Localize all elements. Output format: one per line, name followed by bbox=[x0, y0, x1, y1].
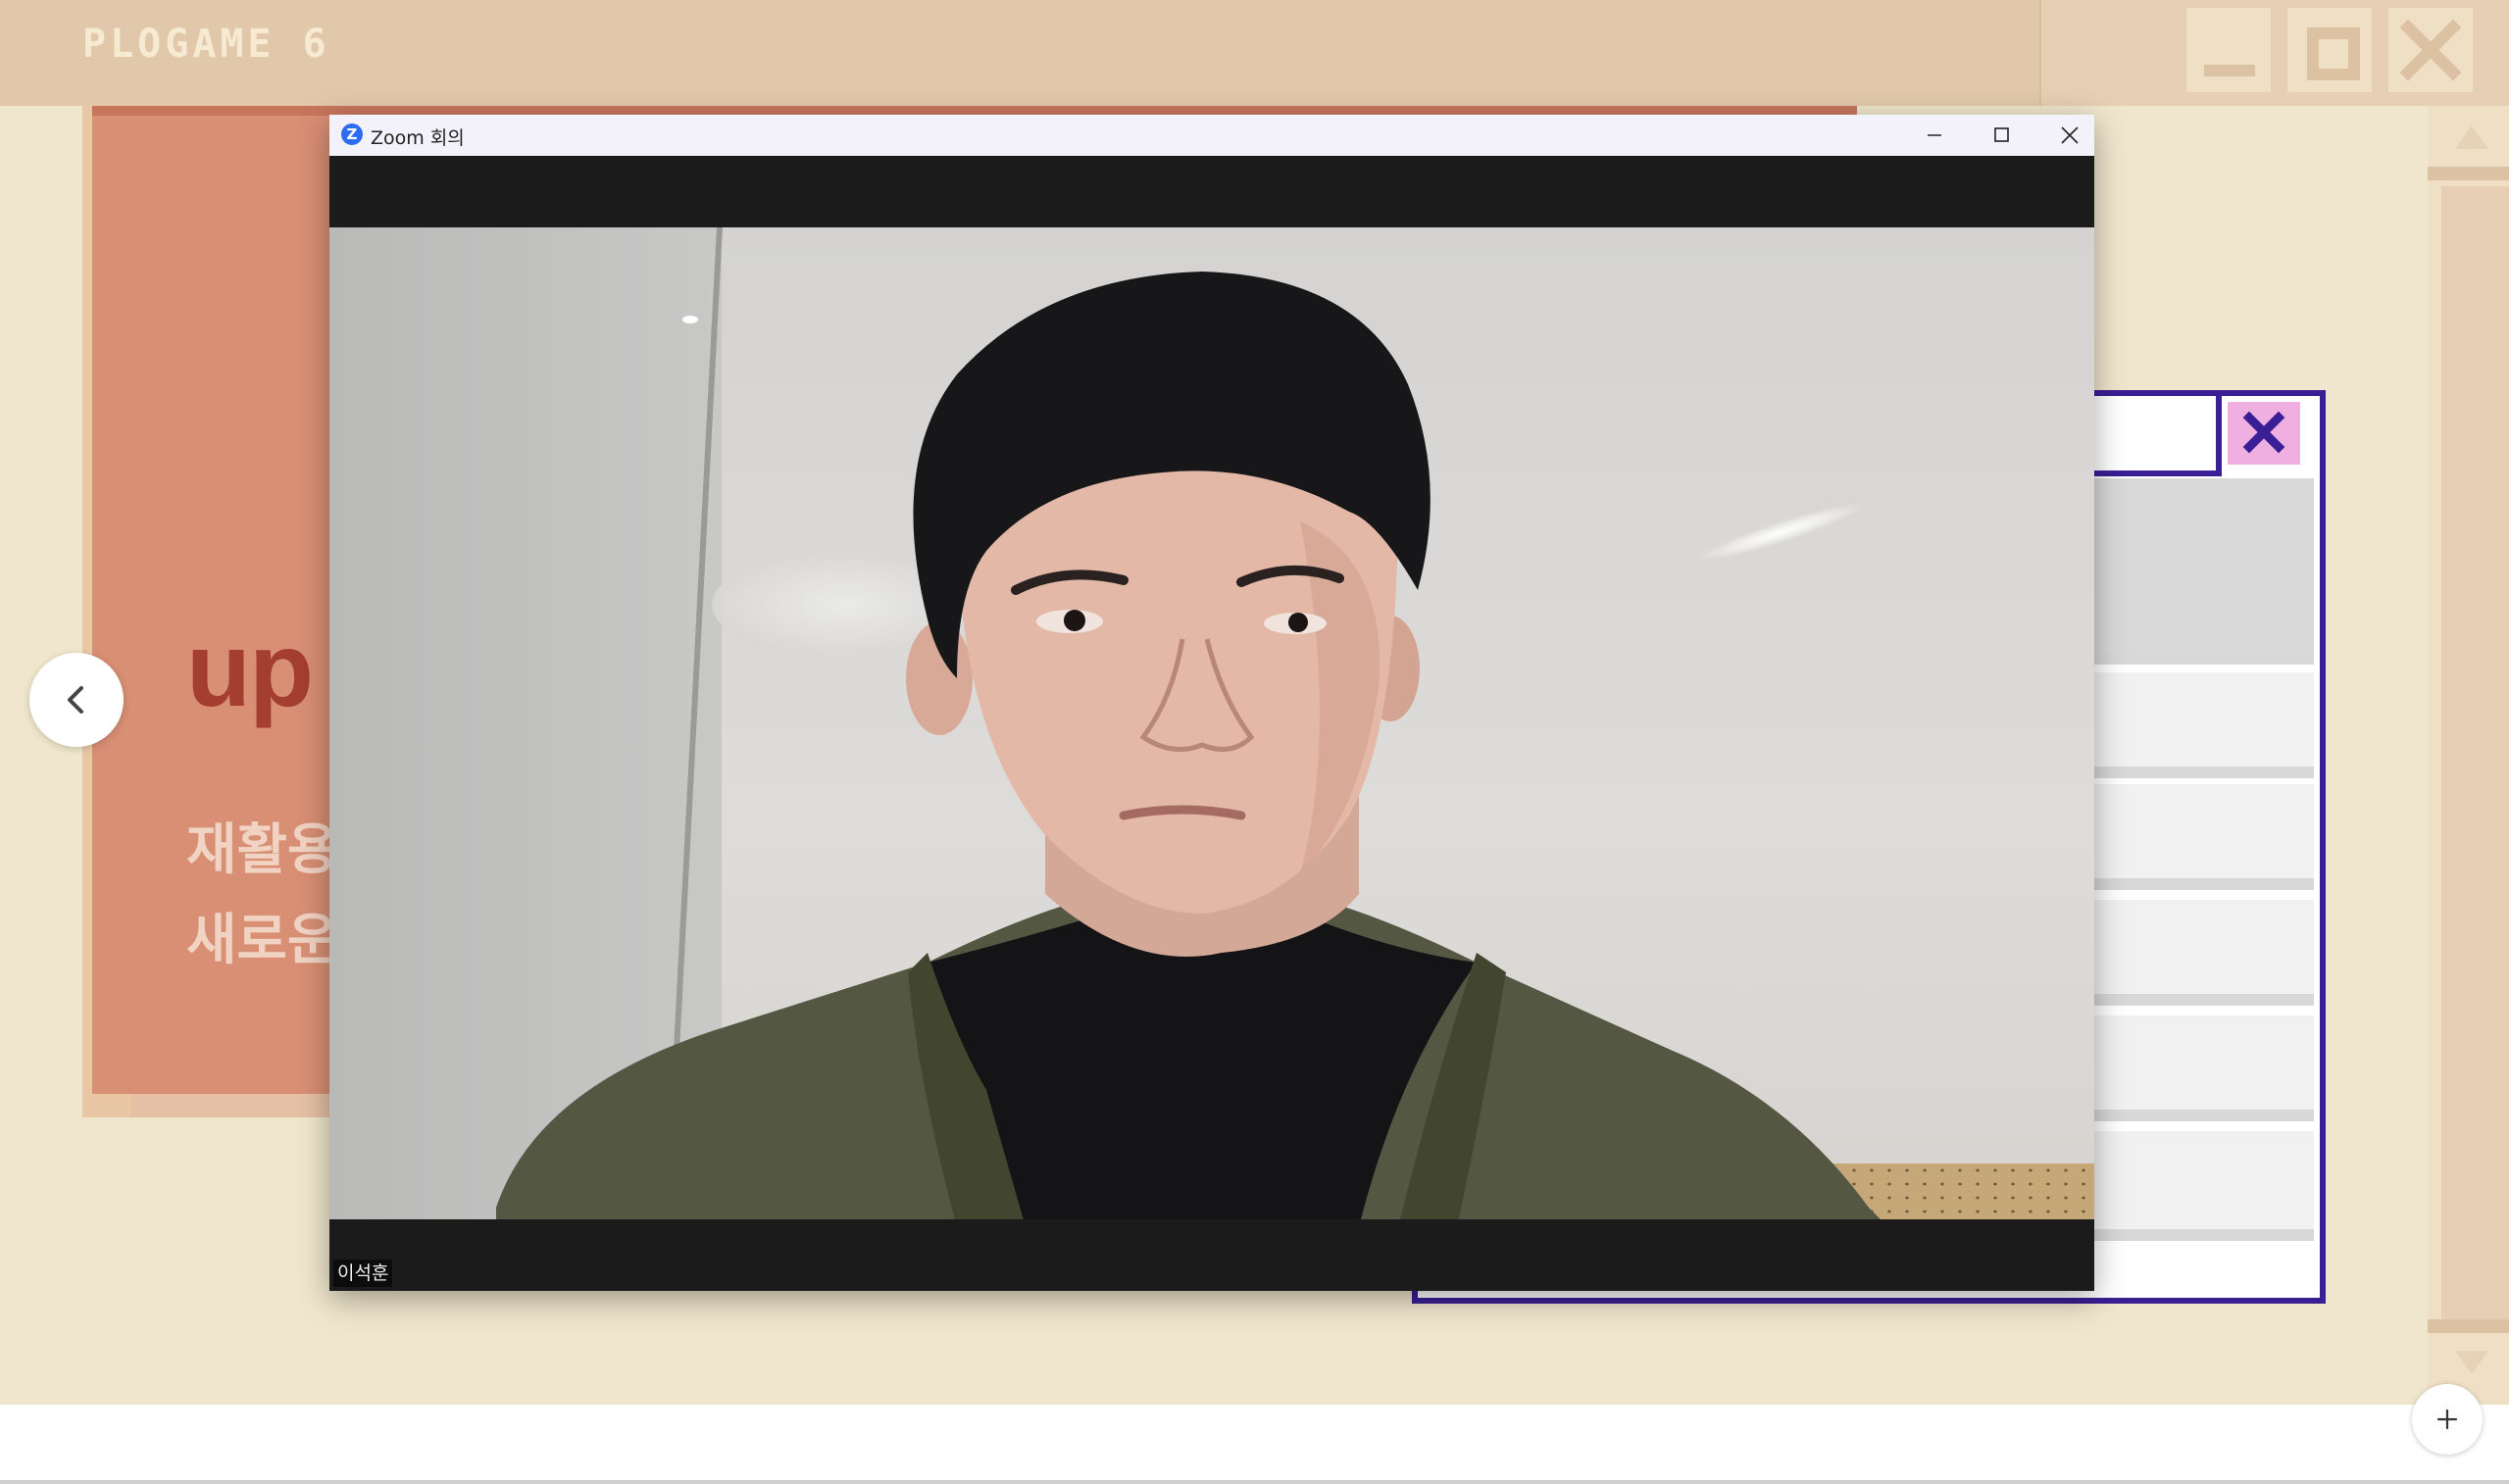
slide-minimize-button[interactable] bbox=[2186, 8, 2271, 92]
slide-maximize-button[interactable] bbox=[2287, 8, 2372, 92]
zoom-titlebar[interactable]: Z Zoom 회의 bbox=[329, 115, 2094, 156]
close-icon bbox=[2399, 19, 2462, 81]
participant-video bbox=[329, 227, 2094, 1219]
zoom-close-button[interactable] bbox=[2037, 115, 2094, 156]
scrollbar-divider bbox=[2428, 167, 2509, 180]
minimize-icon bbox=[2204, 65, 2255, 76]
zoom-minimize-button[interactable] bbox=[1902, 115, 1967, 156]
previous-slide-button[interactable] bbox=[29, 653, 124, 747]
progress-track bbox=[0, 1480, 2509, 1484]
participant-name: 이석훈 bbox=[333, 1260, 393, 1287]
card-text-line: 새로운 bbox=[186, 909, 338, 970]
plus-icon bbox=[2436, 1409, 2458, 1430]
zoom-meeting-window[interactable]: Z Zoom 회의 이석훈 bbox=[329, 115, 2094, 1291]
close-icon bbox=[2242, 411, 2285, 454]
zoom-window-title: Zoom 회의 bbox=[371, 127, 465, 149]
close-icon bbox=[2061, 126, 2079, 144]
add-button[interactable] bbox=[2412, 1384, 2483, 1455]
slide-scrollbar-track[interactable] bbox=[2441, 186, 2509, 1333]
scrollbar-divider bbox=[2428, 1319, 2509, 1333]
minimize-icon bbox=[1928, 134, 1941, 136]
maximize-icon bbox=[1994, 127, 2009, 142]
card-text-line: 재활용 bbox=[186, 818, 338, 880]
chevron-left-icon bbox=[68, 686, 83, 714]
slide-close-button[interactable] bbox=[2388, 8, 2473, 92]
dialog-close-button[interactable] bbox=[2228, 402, 2300, 465]
scroll-up-icon[interactable] bbox=[2447, 118, 2496, 157]
card-heading: up bbox=[186, 610, 314, 728]
zoom-logo-icon: Z bbox=[341, 124, 363, 145]
maximize-icon bbox=[2307, 27, 2360, 80]
scroll-down-icon[interactable] bbox=[2447, 1343, 2496, 1382]
bottom-bar bbox=[0, 1405, 2509, 1484]
slide-title: PLOGAME 6 bbox=[82, 22, 330, 67]
participant-figure bbox=[496, 272, 1881, 1219]
zoom-bottom-bar bbox=[329, 1219, 2094, 1291]
zoom-maximize-button[interactable] bbox=[1969, 115, 2033, 156]
